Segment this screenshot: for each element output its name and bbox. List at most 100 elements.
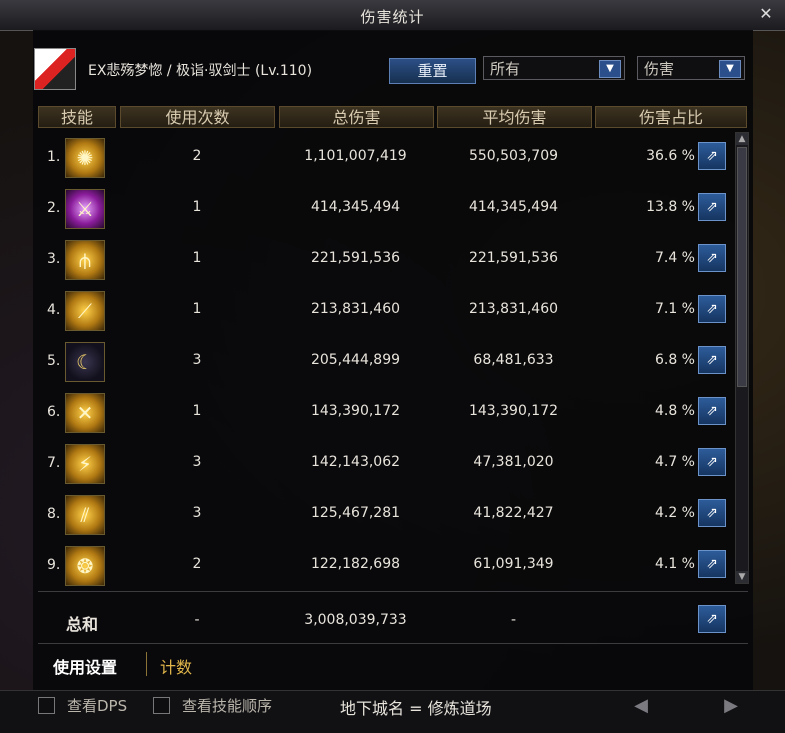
dungeon-name: 地下城名 = 修炼道场 [340,699,492,718]
row-rank: 3. [47,251,61,267]
row-pct: 4.8 % [654,403,695,419]
row-rank: 8. [47,506,61,522]
scroll-thumb[interactable] [737,147,747,387]
table-row: 4. ⟋ 1 213,831,460 213,831,460 7.1 % ⇗ [38,286,733,337]
table-scrollbar[interactable]: ▲ ▼ [735,132,749,584]
summary-uses: - [194,612,200,628]
checkbox-dps-label[interactable]: 查看DPS [67,695,127,716]
checkbox-dps[interactable] [38,697,55,714]
share-icon[interactable]: ⇗ [698,448,726,476]
column-damage-share[interactable]: 伤害占比 [595,106,747,128]
row-total: 414,345,494 [310,199,401,215]
row-uses: 1 [192,250,202,266]
column-avg-damage[interactable]: 平均伤害 [437,106,592,128]
share-icon[interactable]: ⇗ [698,605,726,633]
row-pct: 7.4 % [654,250,695,266]
row-total: 213,831,460 [310,301,401,317]
row-uses: 3 [192,352,202,368]
row-rank: 5. [47,353,61,369]
row-rank: 9. [47,557,61,573]
table-row: 1. ✺ 2 1,101,007,419 550,503,709 36.6 % … [38,133,733,184]
skill-cross-blade-icon: ✕ [65,393,105,433]
reset-button[interactable]: 重置 [389,58,476,84]
previous-arrow-icon[interactable]: ◀ [628,695,654,719]
row-avg: 47,381,020 [473,454,554,470]
row-total: 1,101,007,419 [304,148,407,164]
metric-select-value: 伤害 [644,60,675,78]
summary-total: 3,008,039,733 [304,612,407,628]
next-arrow-icon[interactable]: ▶ [718,695,744,719]
row-avg: 143,390,172 [468,403,559,419]
row-total: 122,182,698 [310,556,401,572]
row-avg: 41,822,427 [473,505,554,521]
share-icon[interactable]: ⇗ [698,295,726,323]
share-icon[interactable]: ⇗ [698,193,726,221]
skill-spiral-icon: ❂ [65,546,105,586]
skill-swords-icon: ⚔ [65,189,105,229]
damage-stats-window: 伤害统计 ✕ EX悲殇梦惚 / 极诣·驭剑士 (Lv.110) 重置 所有 ▼ … [0,0,785,733]
row-avg: 550,503,709 [468,148,559,164]
tab-usage-settings[interactable]: 使用设置 [53,654,117,678]
character-name: EX悲殇梦惚 / 极诣·驭剑士 (Lv.110) [88,63,313,79]
tab-count[interactable]: 计数 [160,654,192,678]
row-avg: 414,345,494 [468,199,559,215]
scroll-up-icon[interactable]: ▲ [736,133,748,145]
skill-sword-slash-icon: ⟋ [65,291,105,331]
row-uses: 1 [192,301,202,317]
row-pct: 13.8 % [646,199,695,215]
column-skill[interactable]: 技能 [38,106,116,128]
chevron-down-icon[interactable]: ▼ [599,60,621,78]
row-uses: 3 [192,505,202,521]
skill-burst-icon: ✺ [65,138,105,178]
row-total: 143,390,172 [310,403,401,419]
divider [38,643,748,644]
row-avg: 213,831,460 [468,301,559,317]
column-total-damage[interactable]: 总伤害 [279,106,434,128]
row-rank: 7. [47,455,61,471]
share-icon[interactable]: ⇗ [698,346,726,374]
row-rank: 6. [47,404,61,420]
summary-avg: - [510,612,517,628]
close-icon[interactable]: ✕ [757,5,775,23]
share-icon[interactable]: ⇗ [698,142,726,170]
table-row: 8. ⫽ 3 125,467,281 41,822,427 4.2 % ⇗ [38,490,733,541]
metric-select[interactable]: 伤害 ▼ [637,56,745,80]
row-uses: 3 [192,454,202,470]
row-avg: 221,591,536 [468,250,559,266]
row-rank: 2. [47,200,61,216]
share-icon[interactable]: ⇗ [698,499,726,527]
scroll-down-icon[interactable]: ▼ [736,571,748,583]
tab-separator [146,652,147,676]
table-row: 9. ❂ 2 122,182,698 61,091,349 4.1 % ⇗ [38,541,733,592]
row-total: 205,444,899 [310,352,401,368]
row-uses: 2 [192,556,202,572]
row-pct: 4.7 % [654,454,695,470]
skill-crescent-moon-icon: ☾ [65,342,105,382]
row-total: 125,467,281 [310,505,401,521]
row-uses: 2 [192,148,202,164]
row-pct: 4.1 % [654,556,695,572]
row-pct: 7.1 % [654,301,695,317]
skill-wind-slash-icon: ⫽ [65,495,105,535]
table-row: 5. ☾ 3 205,444,899 68,481,633 6.8 % ⇗ [38,337,733,388]
filter-select-all[interactable]: 所有 ▼ [483,56,625,80]
share-icon[interactable]: ⇗ [698,397,726,425]
row-pct: 36.6 % [646,148,695,164]
table-row: 7. ⚡ 3 142,143,062 47,381,020 4.7 % ⇗ [38,439,733,490]
window-title: 伤害统计 [360,8,425,26]
chevron-down-icon[interactable]: ▼ [719,60,741,78]
row-rank: 1. [47,149,61,165]
row-uses: 1 [192,403,202,419]
checkbox-skill-order[interactable] [153,697,170,714]
share-icon[interactable]: ⇗ [698,550,726,578]
title-bar[interactable]: 伤害统计 ✕ [0,0,785,31]
column-uses[interactable]: 使用次数 [120,106,275,128]
avatar [34,48,76,90]
row-pct: 6.8 % [654,352,695,368]
table-row: 6. ✕ 1 143,390,172 143,390,172 4.8 % ⇗ [38,388,733,439]
row-avg: 61,091,349 [473,556,554,572]
checkbox-skill-order-label[interactable]: 查看技能顺序 [182,695,272,716]
table-row: 2. ⚔ 1 414,345,494 414,345,494 13.8 % ⇗ [38,184,733,235]
share-icon[interactable]: ⇗ [698,244,726,272]
bottom-tabs: 使用设置 计数 [38,648,738,678]
